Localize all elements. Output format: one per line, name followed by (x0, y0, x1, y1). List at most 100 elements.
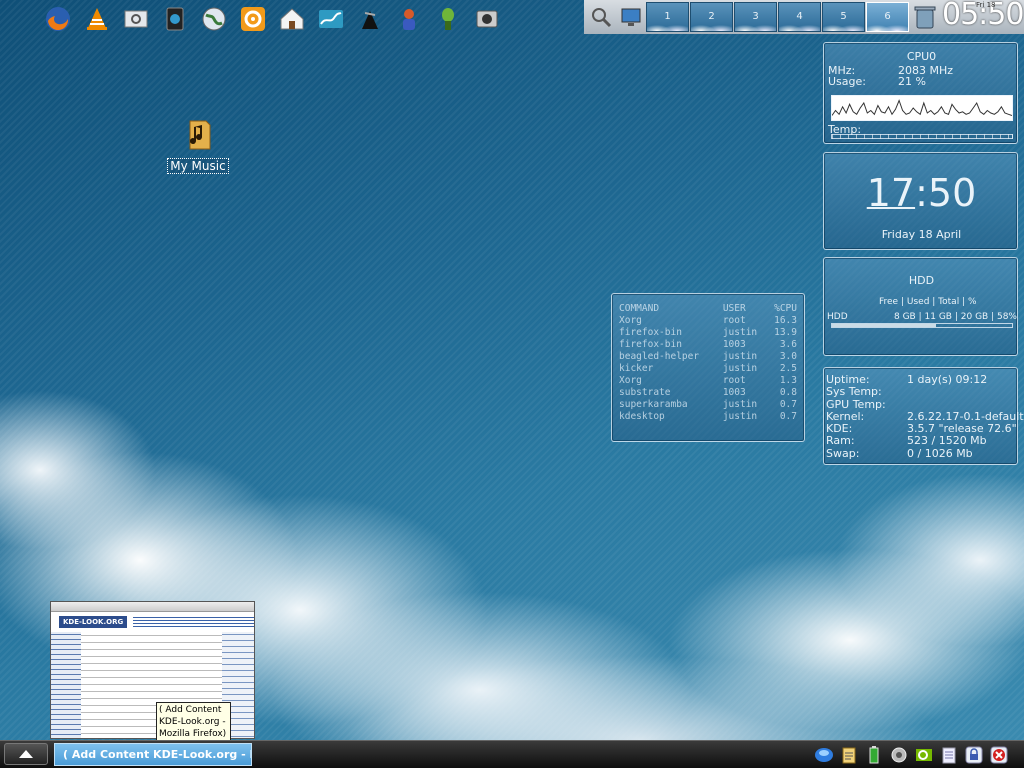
sys-row-label: Uptime: (826, 373, 870, 386)
system-tray (812, 743, 1011, 767)
process-user: justin (722, 327, 758, 338)
pager-desktop-4[interactable]: 4 (778, 2, 821, 32)
vlc-icon[interactable] (77, 2, 116, 36)
hdd-widget: HDD Free | Used | Total | % HDD 8 GB | 1… (823, 257, 1018, 356)
home-folder-icon[interactable] (272, 2, 311, 36)
weather-icon[interactable] (887, 743, 911, 767)
cpu-graph-line (831, 99, 1013, 116)
cpu-graph (831, 95, 1013, 121)
sys-row: Swap: 0 / 1026 Mb (826, 446, 1021, 460)
network-icon[interactable] (812, 743, 836, 767)
process-header-command: COMMAND (619, 303, 660, 314)
notes-icon[interactable] (937, 743, 961, 767)
hdd-usage-bar (831, 323, 1013, 328)
kcontrol-icon[interactable] (116, 2, 155, 36)
sys-row-value: 523 / 1520 Mb (907, 434, 987, 448)
process-cpu: 0.8 (779, 387, 797, 398)
process-row: firefox-bin justin 13.9 (619, 327, 797, 339)
process-user: root (722, 315, 746, 326)
network-globe-icon[interactable] (194, 2, 233, 36)
cpu-usage-label: Usage: (828, 75, 866, 88)
settings-gear-icon[interactable] (233, 2, 272, 36)
process-command: Xorg (619, 375, 642, 386)
clock-separator: : (915, 171, 928, 215)
desktop-icon-label: My Music (167, 158, 229, 174)
window-tooltip: ( Add Content KDE-Look.org - Mozilla Fir… (156, 702, 231, 742)
process-user: justin (722, 363, 758, 374)
process-row: superkaramba justin 0.7 (619, 399, 797, 411)
alien-icon[interactable] (428, 2, 467, 36)
process-header-cpu: %CPU (774, 303, 797, 314)
nvidia-icon[interactable] (912, 743, 936, 767)
camera-icon[interactable] (467, 2, 506, 36)
hdd-header: Free | Used | Total | % (879, 297, 977, 307)
panel-clock[interactable]: 05:50 Fri 18 (940, 0, 1024, 33)
process-row: beagled-helper justin 3.0 (619, 351, 797, 363)
cpu-title: CPU0 (906, 50, 937, 63)
process-user: justin (722, 351, 758, 362)
clock-date: Friday 18 April (881, 228, 962, 241)
pager-desktop-3[interactable]: 3 (734, 2, 777, 32)
cpu-widget: CPU0 MHz: 2083 MHz Usage: 21 % Temp: (823, 42, 1018, 144)
process-row: Xorg root 1.3 (619, 375, 797, 387)
thumbnail-logo: KDE-LOOK.ORG (59, 616, 128, 628)
process-command: substrate (619, 387, 671, 398)
process-table: COMMAND USER %CPU Xorg root 16.3 firefox-bi… (619, 303, 797, 423)
pager-desktop-6[interactable]: 6 (866, 2, 909, 32)
thumbnail-banner (133, 617, 254, 627)
sys-row-label: Swap: (826, 446, 860, 460)
sys-row-label: KDE: (826, 422, 853, 436)
thumbnail-header: KDE-LOOK.ORG (51, 612, 254, 632)
process-cpu: 16.3 (774, 315, 797, 326)
process-command: firefox-bin (619, 339, 682, 350)
hdd-row-percent: 58% (996, 312, 1017, 322)
desktop-icon-my-music[interactable]: My Music (165, 117, 231, 174)
game-icon[interactable] (350, 2, 389, 36)
hdd-header-total: Total (938, 297, 960, 307)
terminal-icon[interactable] (155, 2, 194, 36)
search-icon[interactable] (586, 1, 616, 33)
hdd-header-used: Used (906, 297, 930, 307)
chart-app-icon[interactable] (311, 2, 350, 36)
lock-icon[interactable] (962, 743, 986, 767)
sys-row-value: 0 / 1026 Mb (907, 446, 973, 460)
process-cpu: 2.5 (779, 363, 797, 374)
clock-minutes: 50 (927, 171, 977, 215)
process-command: firefox-bin (619, 327, 682, 338)
hdd-title: HDD (908, 274, 935, 287)
pager-desktop-5[interactable]: 5 (822, 2, 865, 32)
process-command: Xorg (619, 315, 642, 326)
hdd-header-free: Free (879, 297, 899, 307)
process-cpu: 0.7 (779, 411, 797, 422)
pager-desktop-2[interactable]: 2 (690, 2, 733, 32)
sys-row-label: Kernel: (826, 409, 865, 423)
clock-widget: 17:50 Friday 18 April (823, 152, 1018, 250)
process-row: kicker justin 2.5 (619, 363, 797, 375)
firefox-icon[interactable] (38, 2, 77, 36)
process-cpu: 0.7 (779, 399, 797, 410)
pager-desktop-1[interactable]: 1 (646, 2, 689, 32)
process-user: justin (722, 399, 758, 410)
process-row: kdesktop justin 0.7 (619, 411, 797, 423)
klipper-icon[interactable] (837, 743, 861, 767)
sys-row-label: Sys Temp: (826, 385, 882, 399)
cpu-usage-value: 21 % (898, 75, 926, 88)
kids-game-icon[interactable] (389, 2, 428, 36)
sys-row-value: 1 day(s) 09:12 (907, 373, 988, 386)
trash-icon[interactable] (910, 1, 940, 33)
process-command: superkaramba (619, 399, 688, 410)
hdd-row-total: 20 GB (960, 312, 989, 322)
sys-row-label: GPU Temp: (826, 397, 886, 411)
taskbar-task-firefox[interactable]: ( Add Content KDE-Look.org - Mozil (54, 743, 252, 766)
clock-hours: 17 (866, 171, 916, 215)
cpu-temp-bar (831, 134, 1013, 139)
show-desktop-icon[interactable] (616, 1, 646, 33)
hdd-header-percent: % (967, 297, 977, 307)
kmenu-button[interactable] (4, 743, 48, 765)
music-folder-icon (189, 120, 211, 150)
sys-row-label: Ram: (826, 434, 855, 448)
battery-icon[interactable] (862, 743, 886, 767)
logout-icon[interactable] (987, 743, 1011, 767)
cpu-graph-polyline (831, 99, 1013, 116)
hdd-row-used: 11 GB (924, 312, 952, 322)
